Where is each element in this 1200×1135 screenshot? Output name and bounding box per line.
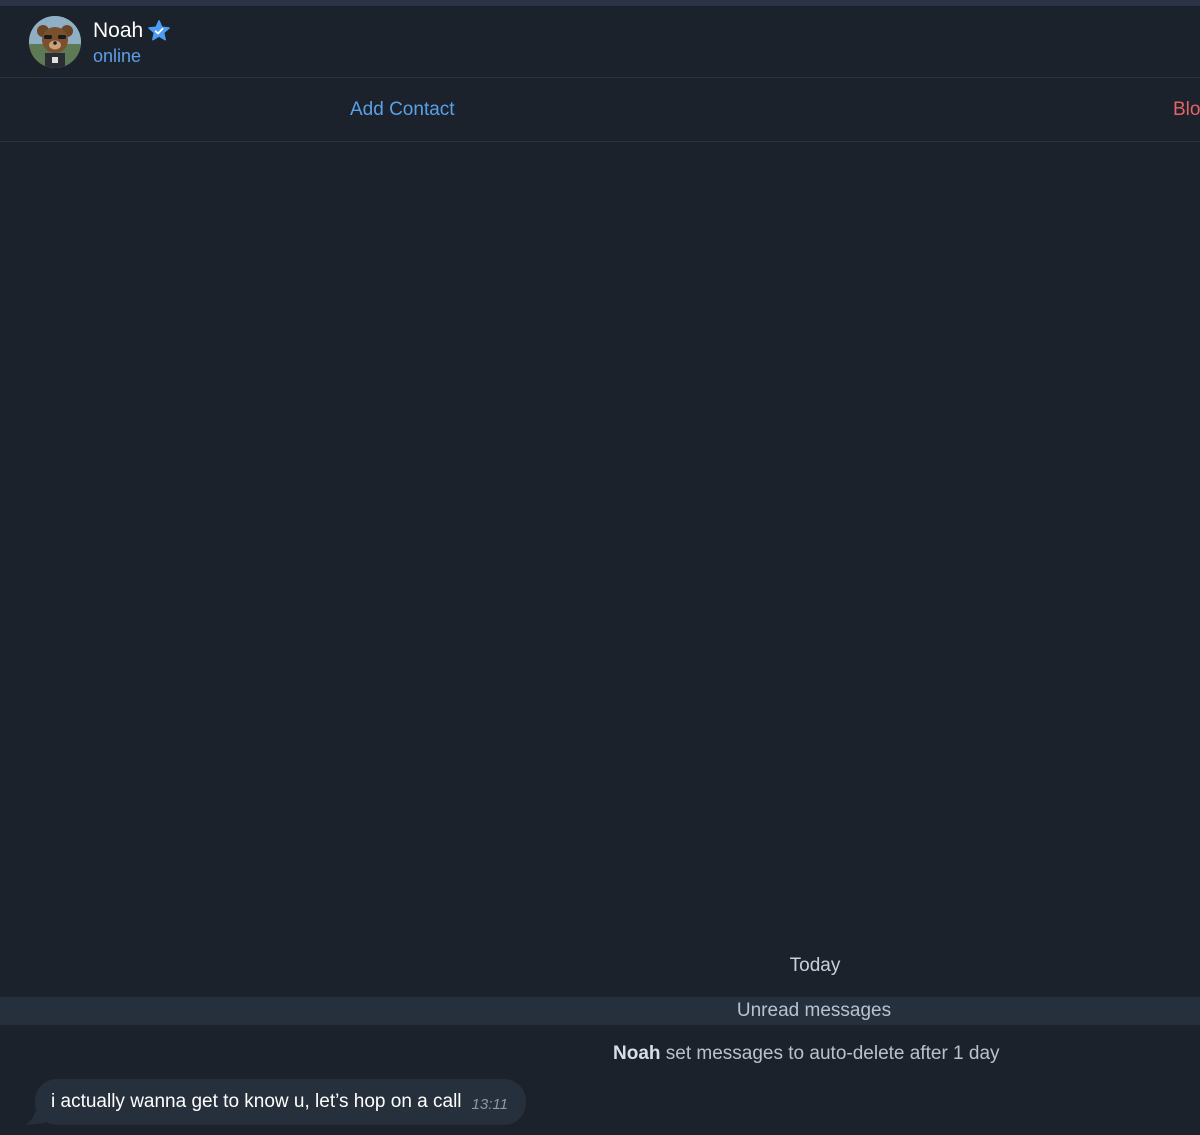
contact-name-row[interactable]: Noah bbox=[93, 19, 171, 43]
unread-divider: Unread messages bbox=[0, 997, 1200, 1025]
service-message: Noah set messages to auto-delete after 1… bbox=[613, 1043, 1000, 1065]
service-message-name[interactable]: Noah bbox=[613, 1043, 661, 1064]
message-bubble[interactable]: i actually wanna get to know u, let’s ho… bbox=[35, 1079, 526, 1125]
contact-status: online bbox=[93, 46, 142, 66]
service-message-row: Noah set messages to auto-delete after 1… bbox=[0, 1043, 1200, 1069]
message-text: i actually wanna get to know u, let’s ho… bbox=[51, 1091, 462, 1112]
service-message-text: set messages to auto-delete after 1 day bbox=[660, 1043, 1000, 1064]
contact-name: Noah bbox=[93, 19, 144, 42]
block-user-button[interactable]: Blo bbox=[1173, 99, 1200, 121]
contact-avatar[interactable] bbox=[29, 16, 81, 68]
bear-avatar-icon bbox=[29, 16, 81, 68]
message-time: 13:11 bbox=[471, 1095, 508, 1113]
star-badge-icon[interactable] bbox=[147, 19, 171, 43]
date-separator: Today bbox=[789, 955, 841, 976]
unread-label: Unread messages bbox=[736, 1000, 892, 1021]
action-bar: Add Contact Blo bbox=[0, 78, 1200, 142]
chat-window: Noah online Add Contact Blo Today Unread… bbox=[0, 0, 1200, 1135]
chat-header[interactable]: Noah online bbox=[0, 6, 1200, 78]
date-separator-row: Today bbox=[0, 955, 1200, 981]
add-contact-button[interactable]: Add Contact bbox=[350, 99, 455, 121]
